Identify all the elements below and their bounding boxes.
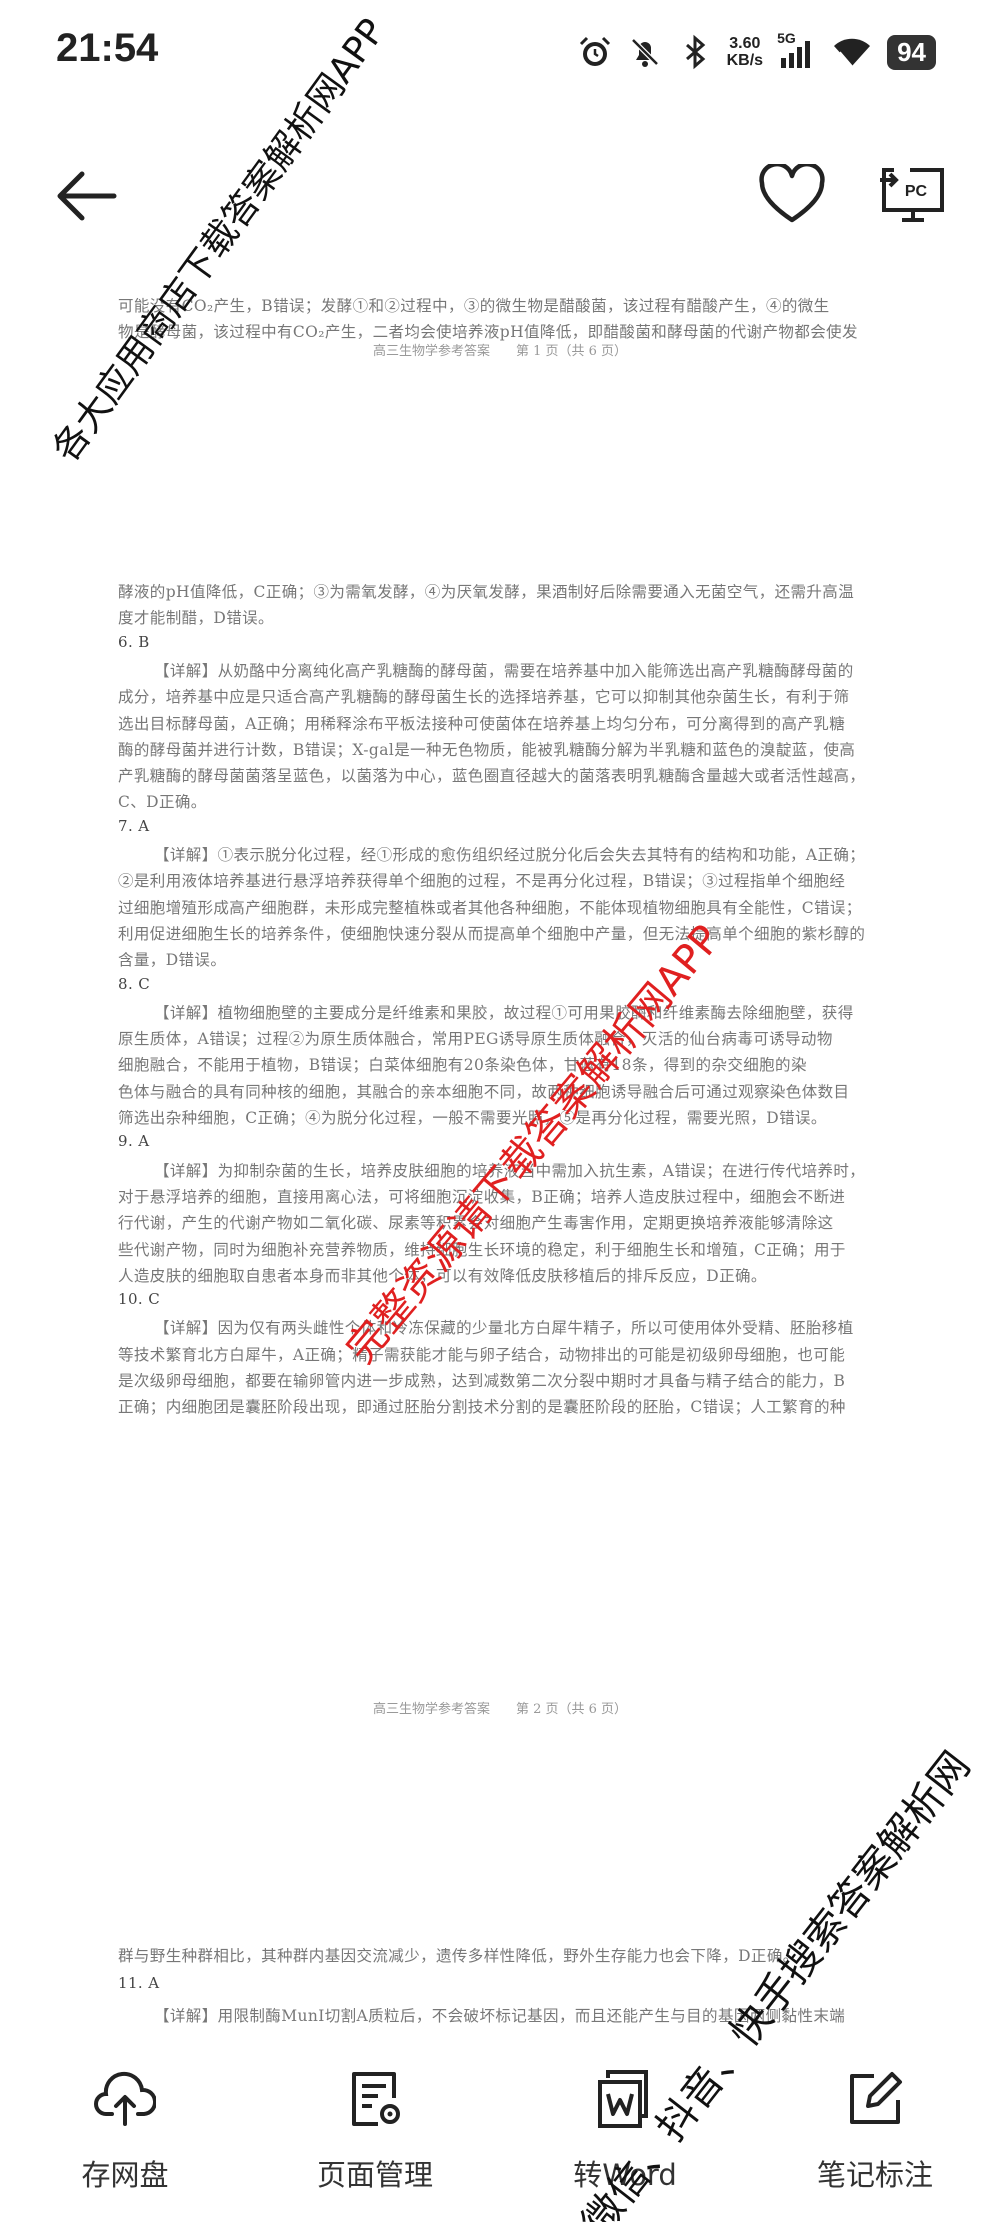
page-settings-icon	[352, 2072, 400, 2126]
document-text-line: 是次级卵母细胞，都要在输卵管内进一步成熟，达到减数第二次分裂中期时才具备与精子结…	[118, 1372, 846, 1390]
save-to-cloud-button[interactable]: 存网盘	[0, 2040, 250, 2222]
top-app-bar: PC	[0, 140, 1000, 250]
document-text-line: ②是利用液体培养基进行悬浮培养获得单个细胞的过程，不是再分化过程，B错误；③过程…	[118, 872, 846, 891]
heart-icon[interactable]	[758, 164, 826, 226]
document-text-line: 【详解】植物细胞壁的主要成分是纤维素和果胶，故过程①可用果胶酶和纤维素酶去除细胞…	[154, 1003, 854, 1022]
document-text-line: 选出目标酵母菌，A正确；用稀释涂布平板法接种可使菌体在培养基上均匀分布，可分离得…	[118, 714, 846, 733]
page-footer-2: 高三生物学参考答案 第 2 页（共 6 页）	[372, 1702, 628, 1717]
status-time: 21:54	[56, 26, 159, 70]
notes-annotation-button[interactable]: 笔记标注	[750, 2040, 1000, 2222]
document-text-line: 些代谢产物，同时为细胞补充营养物质，维持细胞生长环境的稳定，利于细胞生长和增殖，…	[118, 1240, 846, 1259]
wifi-icon	[834, 38, 871, 67]
status-bar: 21:54 3.60 KB/s 5G 94	[0, 0, 1000, 100]
question-number: 10. C	[118, 1290, 161, 1309]
pc-label: PC	[905, 183, 928, 200]
alarm-icon	[579, 36, 610, 66]
document-text-line: 酵液的pH值降低，C正确；③为需氧发酵，④为厌氧发酵，果酒制好后除需要通入无菌空…	[118, 583, 855, 601]
document-text-line: 原生质体，A错误；过程②为原生质体融合，常用PEG诱导原生质体融合，灭活的仙台病…	[118, 1030, 833, 1049]
battery-icon: 94	[887, 34, 936, 70]
back-arrow-icon[interactable]	[52, 166, 122, 226]
page-management-label: 页面管理	[316, 2158, 433, 2192]
notes-annotation-label: 笔记标注	[816, 2158, 933, 2192]
net-speed-unit: KB/s	[726, 52, 764, 69]
document-text-line: 正确；内细胞团是囊胚阶段出现，即通过胚胎分割技术分割的是囊胚阶段的胚胎，C错误；…	[118, 1398, 846, 1417]
cloud-upload-icon	[94, 2071, 156, 2126]
document-text-line: 细胞融合，不能用于植物，B错误；白菜体细胞有20条染色体，甘蓝有18条，得到的杂…	[118, 1056, 807, 1075]
document-text-line: 可能没有CO₂产生，B错误；发酵①和②过程中，③的微生物是醋酸菌，该过程有醋酸产…	[118, 297, 830, 315]
net-speed: 3.60 KB/s	[727, 35, 763, 69]
document-text-line: 【详解】因为仅有两头雌性个体和冷冻保藏的少量北方白犀牛精子，所以可使用体外受精、…	[154, 1319, 854, 1338]
page-management-button[interactable]: 页面管理	[250, 2040, 500, 2222]
document-text-line: C、D正确。	[118, 793, 207, 812]
document-text-line: 人造皮肤的细胞取自患者本身而非其他个体，可以有效降低皮肤移植后的排斥反应，D正确…	[118, 1266, 767, 1285]
document-text-line: 色体与融合的具有同种核的细胞，其融合的亲本细胞不同，故两种细胞诱导融合后可通过观…	[118, 1082, 850, 1101]
document-text-line: 物是酵母菌，该过程中有CO₂产生，二者均会使培养液pH值降低，即醋酸菌和酵母菌的…	[118, 323, 858, 341]
question-number: 6. B	[118, 632, 150, 651]
document-text-line: 【详解】①表示脱分化过程，经①形成的愈伤组织经过脱分化后会失去其特有的结构和功能…	[154, 846, 866, 864]
net-speed-value: 3.60	[729, 35, 761, 52]
document-text-line: 过细胞增殖形成高产细胞群，未形成完整植株或者其他各种细胞，不能体现植物细胞具有全…	[118, 898, 862, 917]
document-text-line: 利用促进细胞生长的培养条件，使细胞快速分裂从而提高单个细胞中产量，但无法提高单个…	[118, 924, 866, 943]
question-number: 7. A	[118, 816, 150, 835]
document-text-line: 酶的酵母菌并进行计数，B错误；X-gal是一种无色物质，能被乳糖酶分解为半乳糖和…	[118, 740, 856, 759]
document-text-line: 筛选出杂种细胞，C正确；④为脱分化过程，一般不需要光照，⑤是再分化过程，需要光照…	[118, 1109, 827, 1127]
document-text-line: 含量，D错误。	[118, 951, 227, 970]
document-text-line: 【详解】从奶酪中分离纯化高产乳糖酶的酵母菌，需要在培养基中加入能筛选出高产乳糖酶…	[154, 661, 854, 680]
document-text-line: 度才能制醋，D错误。	[118, 609, 274, 628]
mute-bell-icon	[630, 38, 659, 67]
bluetooth-icon	[685, 34, 705, 70]
bottom-toolbar: 存网盘 页面管理 转Word 笔记标注	[0, 2040, 1000, 2222]
signal-icon: 5G	[777, 30, 817, 70]
edit-note-icon	[850, 2072, 902, 2124]
send-to-pc-icon[interactable]: PC	[878, 162, 948, 228]
question-number: 8. C	[118, 974, 151, 993]
save-to-cloud-label: 存网盘	[81, 2158, 169, 2192]
status-icons: 3.60 KB/s 5G 94	[577, 30, 936, 74]
document-text-line: 成分，培养基中应是只适合高产乳糖酶的酵母菌生长的选择培养基，它可以抑制其他杂菌生…	[118, 688, 850, 707]
document-text-line: 等技术繁育北方白犀牛，A正确；精子需获能才能与卵子结合，动物排出的可能是初级卵母…	[118, 1345, 846, 1364]
document-text-line: 产乳糖酶的酵母菌菌落呈蓝色，以菌落为中心，蓝色圈直径越大的菌落表明乳糖酶含量越大…	[118, 767, 866, 786]
